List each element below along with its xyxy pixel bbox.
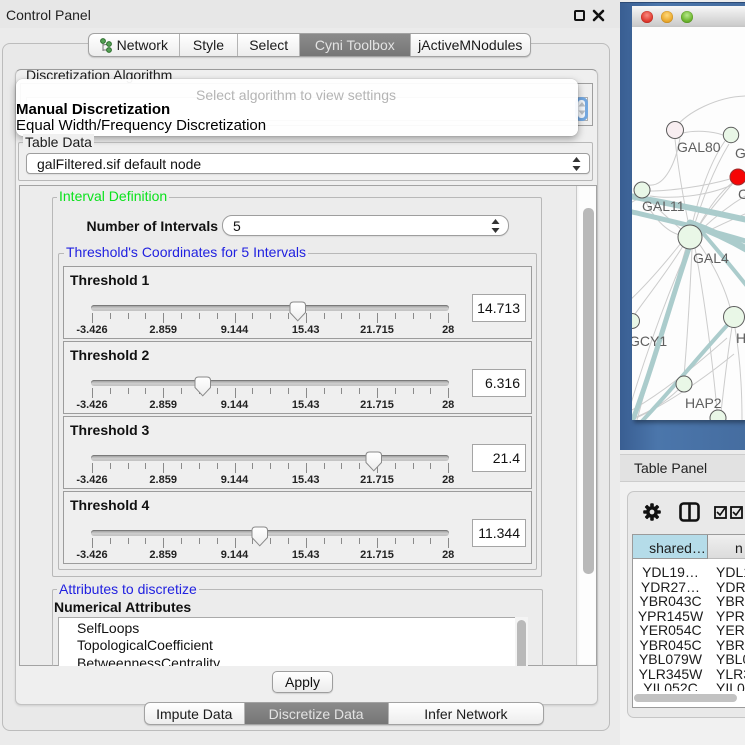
svg-text:H: H	[736, 330, 745, 346]
svg-text:C: C	[738, 186, 745, 202]
svg-text:HAP2: HAP2	[685, 395, 722, 411]
svg-text:GAL11: GAL11	[642, 198, 685, 214]
svg-text:GAL4: GAL4	[693, 250, 729, 266]
svg-text:GA: GA	[735, 145, 745, 161]
svg-text:GCY1: GCY1	[632, 333, 667, 349]
svg-text:GAL80: GAL80	[677, 139, 721, 155]
